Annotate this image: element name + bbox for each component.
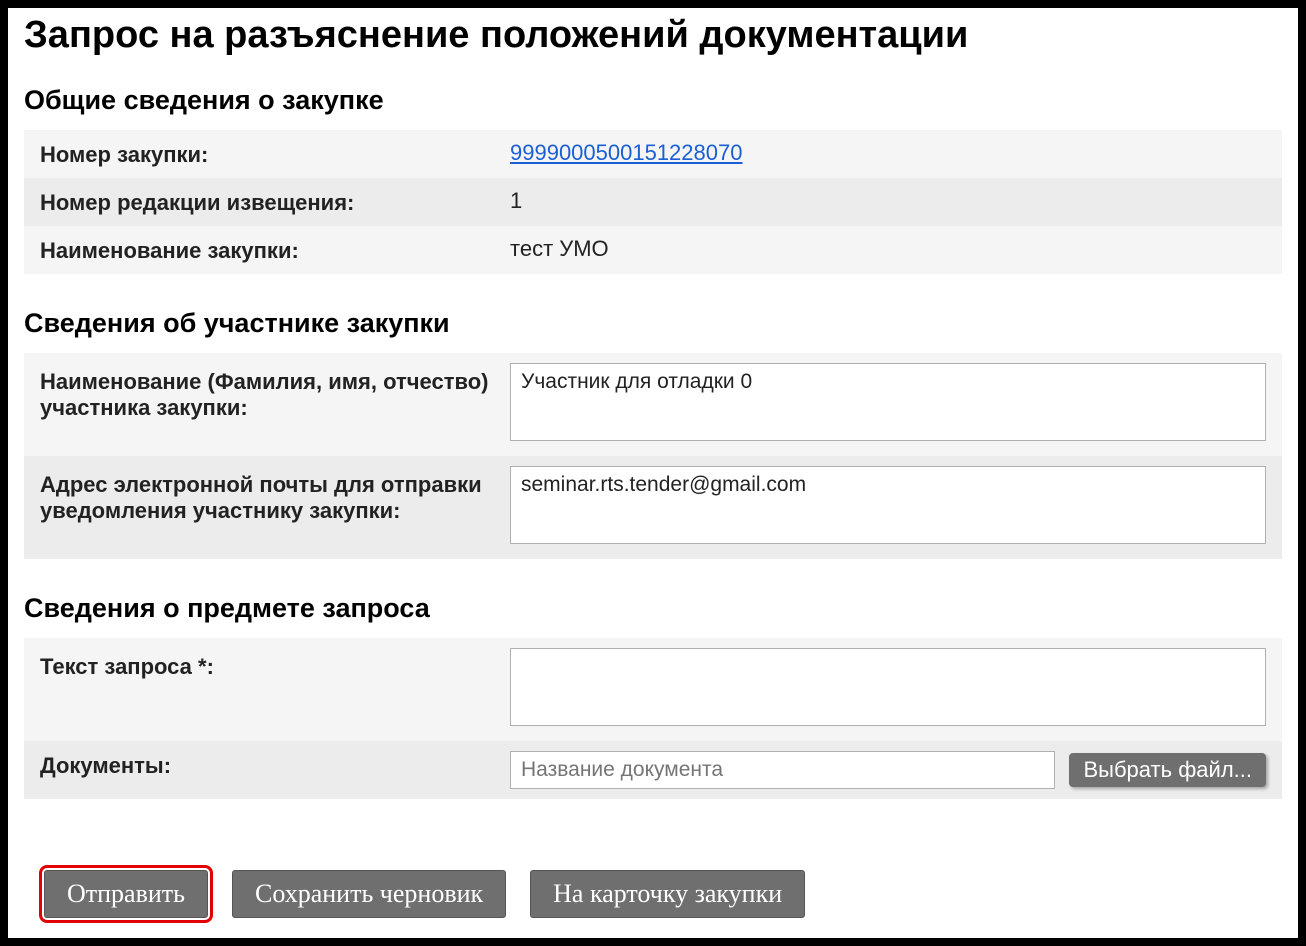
label-request-text: Текст запроса *:: [40, 648, 510, 680]
to-purchase-card-button[interactable]: На карточку закупки: [530, 870, 805, 918]
row-purchase-name: Наименование закупки: тест УМО: [24, 226, 1282, 274]
label-purchase-number: Номер закупки:: [40, 140, 510, 168]
label-participant-name: Наименование (Фамилия, имя, отчество) уч…: [40, 363, 510, 421]
label-participant-email: Адрес электронной почты для отправки уве…: [40, 466, 510, 524]
label-documents: Документы:: [40, 751, 510, 779]
row-documents: Документы: Выбрать файл...: [24, 741, 1282, 799]
participant-name-input[interactable]: [510, 363, 1266, 441]
page-title: Запрос на разъяснение положений документ…: [24, 14, 1282, 57]
document-name-input[interactable]: [510, 751, 1055, 789]
save-draft-button[interactable]: Сохранить черновик: [232, 870, 506, 918]
section-general-title: Общие сведения о закупке: [24, 85, 1282, 116]
label-notice-revision: Номер редакции извещения:: [40, 188, 510, 216]
submit-button[interactable]: Отправить: [44, 870, 208, 918]
row-purchase-number: Номер закупки: 9999000500151228070: [24, 130, 1282, 178]
row-participant-email: Адрес электронной почты для отправки уве…: [24, 456, 1282, 559]
section-request: Сведения о предмете запроса Текст запрос…: [24, 593, 1282, 799]
row-notice-revision: Номер редакции извещения: 1: [24, 178, 1282, 226]
select-file-button[interactable]: Выбрать файл...: [1069, 753, 1266, 787]
value-purchase-name: тест УМО: [510, 236, 1266, 262]
section-request-title: Сведения о предмете запроса: [24, 593, 1282, 624]
label-purchase-name: Наименование закупки:: [40, 236, 510, 264]
section-general: Общие сведения о закупке Номер закупки: …: [24, 85, 1282, 274]
value-notice-revision: 1: [510, 188, 1266, 214]
link-purchase-number[interactable]: 9999000500151228070: [510, 140, 742, 165]
section-participant-title: Сведения об участнике закупки: [24, 308, 1282, 339]
row-participant-name: Наименование (Фамилия, имя, отчество) уч…: [24, 353, 1282, 456]
row-request-text: Текст запроса *:: [24, 638, 1282, 741]
participant-email-input[interactable]: [510, 466, 1266, 544]
section-participant: Сведения об участнике закупки Наименован…: [24, 308, 1282, 559]
request-text-input[interactable]: [510, 648, 1266, 726]
action-bar: Отправить Сохранить черновик На карточку…: [44, 870, 805, 918]
